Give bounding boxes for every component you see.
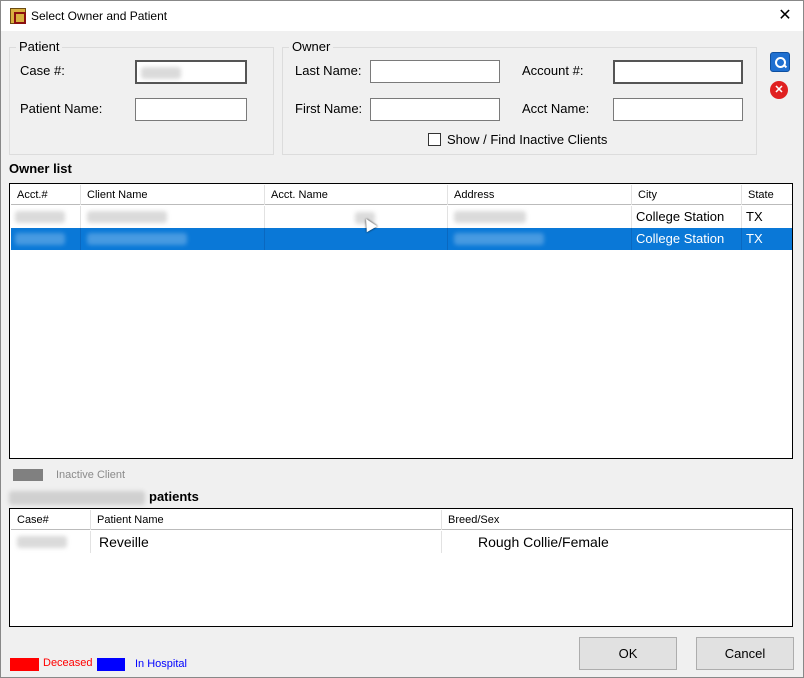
- table-row[interactable]: College Station TX: [11, 206, 792, 228]
- column-header-address[interactable]: Address: [448, 185, 632, 205]
- owner-list-header: Acct.# Client Name Acct. Name Address Ci…: [11, 185, 792, 205]
- cell-patient-name: Reveille: [91, 531, 442, 553]
- deceased-label: Deceased: [43, 657, 93, 669]
- ok-button[interactable]: OK: [579, 637, 677, 670]
- column-header-case[interactable]: Case#: [11, 510, 91, 530]
- first-name-field[interactable]: [370, 98, 500, 121]
- cell-state: TX: [746, 209, 763, 224]
- cell-acct-name: [265, 228, 448, 250]
- cell-client-name: [81, 206, 265, 228]
- acct-name-field[interactable]: [613, 98, 743, 121]
- owner-list-title: Owner list: [9, 161, 72, 176]
- account-number-field[interactable]: [613, 60, 743, 84]
- column-header-patient-name[interactable]: Patient Name: [91, 510, 442, 530]
- column-header-client-name[interactable]: Client Name: [81, 185, 265, 205]
- case-number-label: Case #:: [20, 63, 65, 78]
- cell-city: College Station: [632, 228, 742, 250]
- column-header-acct[interactable]: Acct.#: [11, 185, 81, 205]
- dialog-window: Select Owner and Patient ✕ Patient Case …: [0, 0, 804, 678]
- owner-list-grid: Acct.# Client Name Acct. Name Address Ci…: [9, 183, 793, 459]
- cell-breed-sex: Rough Collie/Female: [478, 534, 609, 550]
- search-icon[interactable]: [770, 52, 790, 72]
- show-inactive-checkbox[interactable]: [428, 133, 441, 146]
- table-row[interactable]: Reveille Rough Collie/Female: [11, 531, 792, 553]
- table-row-selected[interactable]: College Station TX: [11, 228, 792, 250]
- window-title: Select Owner and Patient: [31, 9, 168, 23]
- column-header-city[interactable]: City: [632, 185, 742, 205]
- cell-case: [11, 531, 91, 553]
- column-header-breed-sex[interactable]: Breed/Sex: [442, 510, 792, 530]
- cell-acct-name: [265, 206, 448, 228]
- cancel-icon[interactable]: [770, 81, 788, 99]
- account-number-label: Account #:: [522, 63, 584, 78]
- patient-name-field[interactable]: [135, 98, 247, 121]
- redacted-owner-name: [9, 491, 145, 505]
- cell-address: [448, 206, 632, 228]
- inactive-client-swatch: [13, 469, 43, 481]
- cell-acct: [11, 228, 81, 250]
- app-icon: [10, 8, 26, 24]
- cancel-button[interactable]: Cancel: [696, 637, 794, 670]
- in-hospital-label: In Hospital: [135, 658, 187, 670]
- close-button[interactable]: ✕: [767, 1, 803, 31]
- patients-grid: Case# Patient Name Breed/Sex Reveille Ro…: [9, 508, 793, 627]
- column-header-acct-name[interactable]: Acct. Name: [265, 185, 448, 205]
- first-name-label: First Name:: [295, 101, 363, 116]
- case-number-field[interactable]: [135, 60, 247, 84]
- in-hospital-swatch: [97, 658, 125, 671]
- cell-acct: [11, 206, 81, 228]
- last-name-label: Last Name:: [295, 63, 362, 78]
- owner-group-title: Owner: [289, 39, 334, 54]
- redacted-case-number: [141, 67, 181, 79]
- cell-address: [448, 228, 632, 250]
- cell-city: College Station: [632, 206, 742, 228]
- inactive-client-label: Inactive Client: [56, 469, 126, 481]
- patients-header: Case# Patient Name Breed/Sex: [11, 510, 792, 530]
- show-inactive-label[interactable]: Show / Find Inactive Clients: [447, 132, 607, 147]
- patients-title: patients: [149, 489, 199, 504]
- column-header-state[interactable]: State: [742, 185, 792, 205]
- last-name-field[interactable]: [370, 60, 500, 83]
- title-bar: Select Owner and Patient ✕: [1, 1, 803, 31]
- patient-name-label: Patient Name:: [20, 101, 103, 116]
- acct-name-label: Acct Name:: [522, 101, 590, 116]
- cell-state: TX: [746, 231, 763, 246]
- deceased-swatch: [10, 658, 39, 671]
- patient-group-title: Patient: [16, 39, 63, 54]
- cell-client-name: [81, 228, 265, 250]
